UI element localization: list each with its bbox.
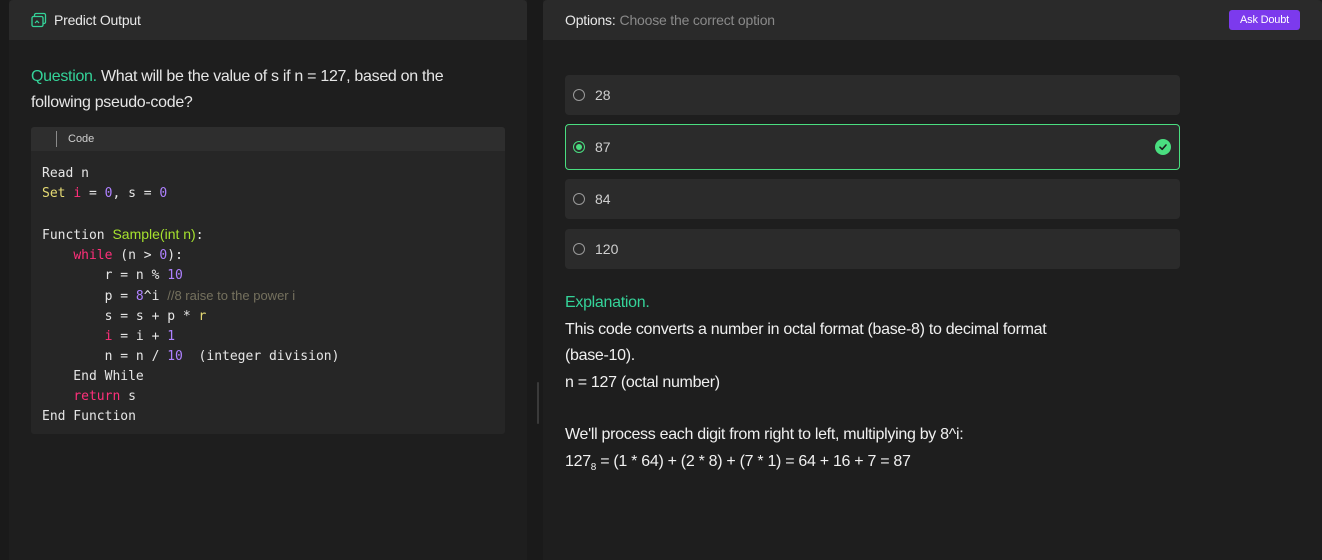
code-block: Code Read n Set i = 0, s = 0 Function Sa…	[31, 127, 505, 434]
option-28[interactable]: 28	[565, 75, 1180, 115]
explanation: Explanation. This code converts a number…	[565, 290, 1125, 481]
left-panel-header: Predict Output	[9, 0, 527, 40]
question-label: Question.	[31, 68, 97, 85]
code-content: Read n Set i = 0, s = 0 Function Sample(…	[31, 151, 505, 427]
option-label: 84	[595, 191, 611, 207]
radio-selected-icon[interactable]	[573, 141, 585, 153]
code-line: i = i + 1	[104, 329, 176, 344]
right-panel-header: Options: Choose the correct option Ask D…	[543, 0, 1322, 40]
code-line: r = n % 10	[42, 268, 183, 283]
radio-icon[interactable]	[573, 89, 585, 101]
radio-icon[interactable]	[573, 243, 585, 255]
code-tab[interactable]: Code	[31, 127, 505, 151]
right-panel: Options: Choose the correct option Ask D…	[543, 0, 1322, 560]
code-line: Function Sample(int n):	[42, 226, 204, 243]
panel-title: Predict Output	[54, 12, 141, 28]
code-line: End Function	[42, 409, 136, 424]
option-120[interactable]: 120	[565, 229, 1180, 269]
check-icon	[1155, 139, 1171, 155]
code-line: End While	[42, 369, 144, 384]
option-label: 120	[595, 241, 619, 257]
explanation-line: This code converts a number in octal for…	[565, 320, 1047, 365]
explanation-label: Explanation.	[565, 294, 650, 311]
options-hint: Choose the correct option	[619, 12, 776, 28]
question: Question. What will be the value of s if…	[31, 64, 501, 116]
code-line: Read n	[42, 166, 89, 181]
explanation-formula: 1278 = (1 * 64) + (2 * 8) + (7 * 1) = 64…	[565, 449, 1125, 482]
code-line: p = 8^i //8 raise to the power i	[42, 288, 296, 304]
formula-base: 127	[565, 452, 591, 470]
option-label: 87	[595, 139, 611, 155]
resize-handle[interactable]	[537, 382, 539, 424]
explanation-line: We'll process each digit from right to l…	[565, 426, 964, 443]
ask-doubt-button[interactable]: Ask Doubt	[1229, 10, 1300, 30]
left-panel: Predict Output Question. What will be th…	[9, 0, 527, 560]
code-line: while (n > 0):	[73, 248, 183, 263]
option-label: 28	[595, 87, 611, 103]
explanation-line: n = 127 (octal number)	[565, 373, 720, 391]
code-line: s = s + p * r	[42, 309, 207, 324]
option-84[interactable]: 84	[565, 179, 1180, 219]
code-tab-label: Code	[68, 133, 95, 145]
formula-rest: = (1 * 64) + (2 * 8) + (7 * 1) = 64 + 16…	[596, 452, 911, 470]
options-label: Options:	[565, 12, 616, 28]
code-window-icon	[31, 12, 47, 28]
code-line: return s	[73, 389, 136, 404]
code-line: n = n / 10 (integer division)	[42, 349, 340, 364]
code-line: Set i = 0, s = 0	[42, 186, 168, 201]
option-87[interactable]: 87	[565, 124, 1180, 170]
radio-icon[interactable]	[573, 193, 585, 205]
